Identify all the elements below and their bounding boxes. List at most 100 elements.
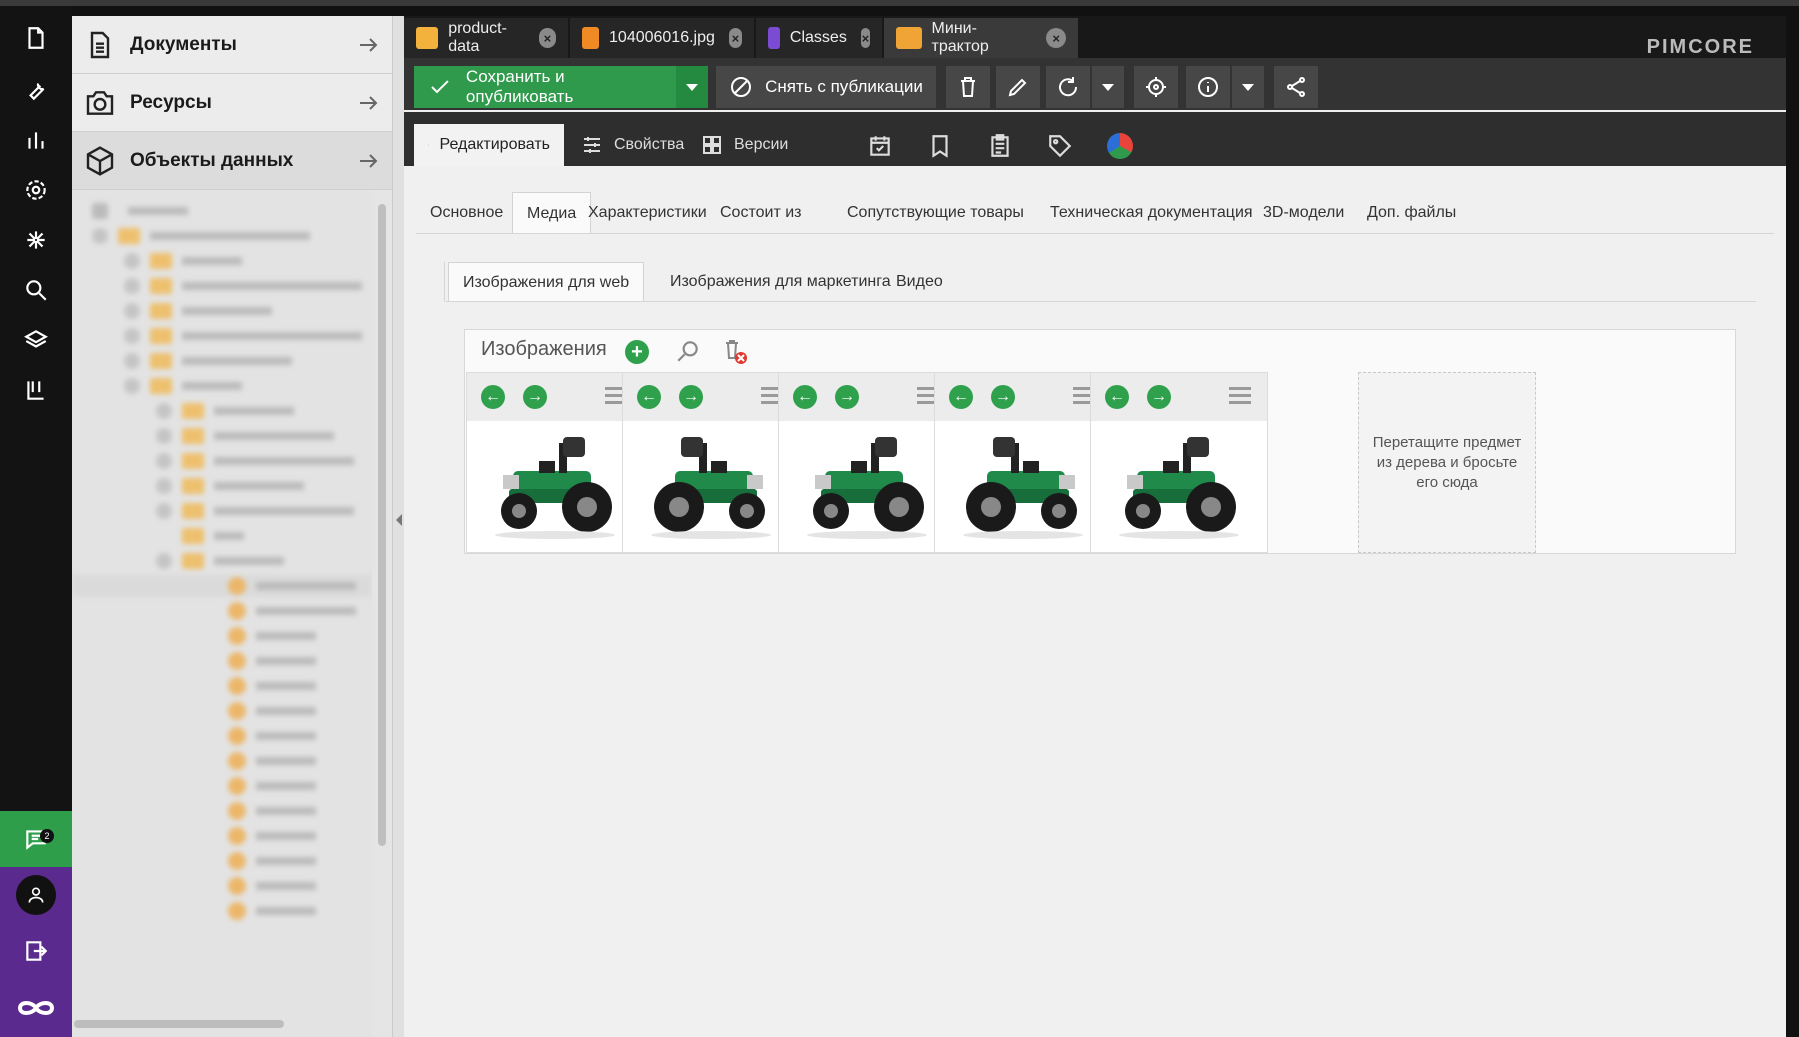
gallery-image-item[interactable]: ← → [934, 372, 1112, 553]
tree-node[interactable] [228, 725, 316, 747]
tab-properties[interactable]: Свойства [566, 124, 698, 166]
tree-vertical-scrollbar[interactable] [378, 204, 386, 846]
panel-tab-technical-docs[interactable]: Техническая документация [1036, 192, 1267, 234]
gallery-image-item[interactable]: ← → [1090, 372, 1268, 553]
notifications-icon[interactable]: 2 [0, 811, 72, 867]
tree-node[interactable] [124, 350, 292, 372]
accordion-documents[interactable]: Документы [72, 16, 392, 74]
move-left-icon[interactable]: ← [949, 385, 973, 409]
tree-node[interactable] [124, 375, 242, 397]
tree-node[interactable] [156, 550, 284, 572]
panel-tab-main[interactable]: Основное [416, 192, 517, 234]
bookmark-icon[interactable] [920, 126, 960, 166]
tab-product-data[interactable]: product-data × [404, 18, 568, 58]
tree-node[interactable] [228, 650, 316, 672]
tree-node[interactable] [228, 600, 356, 622]
tree-node[interactable] [156, 425, 334, 447]
move-right-icon[interactable]: → [835, 385, 859, 409]
search-icon[interactable] [0, 262, 72, 318]
tree-node[interactable] [156, 475, 304, 497]
info-button[interactable] [1186, 66, 1230, 108]
tree-node[interactable] [124, 325, 362, 347]
media-tab-video[interactable]: Видео [882, 262, 957, 302]
tree-node-home[interactable] [92, 200, 188, 222]
tree-node[interactable] [92, 225, 310, 247]
workflow-icon[interactable] [1100, 126, 1140, 166]
datahub-icon[interactable] [0, 212, 72, 268]
accordion-data-objects[interactable]: Объекты данных [72, 132, 392, 190]
tractor-image[interactable] [1103, 429, 1255, 545]
tree-node[interactable] [228, 750, 316, 772]
tractor-image[interactable] [791, 429, 943, 545]
reload-options-dropdown[interactable] [1092, 66, 1124, 108]
data-objects-tree[interactable] [72, 190, 372, 1037]
logout-icon[interactable] [0, 923, 72, 979]
search-icon[interactable] [675, 338, 703, 366]
reports-icon[interactable] [0, 112, 72, 168]
tractor-image[interactable] [479, 429, 631, 545]
move-right-icon[interactable]: → [1147, 385, 1171, 409]
tree-horizontal-scrollbar[interactable] [74, 1020, 284, 1028]
panel-tab-related-products[interactable]: Сопутствующие товары [833, 192, 1038, 234]
panel-tab-3d-models[interactable]: 3D-модели [1249, 192, 1358, 234]
tree-node[interactable] [124, 250, 242, 272]
rename-button[interactable] [996, 66, 1040, 108]
tab-mini-tractor[interactable]: Мини-трактор × [884, 18, 1078, 58]
tools-icon[interactable] [0, 62, 72, 118]
share-button[interactable] [1274, 66, 1318, 108]
tree-node[interactable] [228, 900, 316, 922]
file-icon[interactable] [0, 10, 72, 66]
tree-node[interactable] [228, 775, 316, 797]
marketplace-icon[interactable] [0, 312, 72, 368]
menu-icon[interactable] [1229, 387, 1251, 405]
close-icon[interactable]: × [728, 28, 742, 48]
locate-in-tree-button[interactable] [1134, 66, 1178, 108]
bundles-icon[interactable] [0, 362, 72, 418]
move-left-icon[interactable]: ← [637, 385, 661, 409]
accordion-assets[interactable]: Ресурсы [72, 74, 392, 132]
gallery-image-item[interactable]: ← → [622, 372, 800, 553]
move-left-icon[interactable]: ← [481, 385, 505, 409]
settings-icon[interactable] [0, 162, 72, 218]
user-avatar-icon[interactable] [0, 867, 72, 923]
tree-node[interactable] [124, 300, 272, 322]
tree-node[interactable] [228, 875, 316, 897]
tree-node[interactable] [228, 825, 316, 847]
tree-node[interactable] [182, 525, 244, 547]
reload-button[interactable] [1046, 66, 1090, 108]
gallery-image-item[interactable]: ← → [778, 372, 956, 553]
tab-image[interactable]: 104006016.jpg × [570, 18, 754, 58]
tree-node[interactable] [228, 700, 316, 722]
save-and-publish-button[interactable]: Сохранить и опубликовать [414, 66, 676, 108]
panel-tab-characteristics[interactable]: Характеристики [574, 192, 721, 234]
move-right-icon[interactable]: → [523, 385, 547, 409]
add-image-button[interactable]: + [625, 340, 649, 364]
tree-node[interactable] [156, 450, 354, 472]
panel-tab-consists-of[interactable]: Состоит из [706, 192, 815, 234]
move-right-icon[interactable]: → [679, 385, 703, 409]
tree-node[interactable] [156, 400, 294, 422]
panel-splitter[interactable] [392, 16, 404, 1037]
media-tab-marketing-images[interactable]: Изображения для маркетинга [656, 262, 905, 302]
close-icon[interactable]: × [538, 28, 556, 48]
panel-tab-extra-files[interactable]: Доп. файлы [1353, 192, 1470, 234]
move-left-icon[interactable]: ← [1105, 385, 1129, 409]
media-tab-web-images[interactable]: Изображения для web [448, 262, 645, 302]
tree-node[interactable] [228, 675, 316, 697]
tractor-image[interactable] [635, 429, 787, 545]
close-icon[interactable]: × [1046, 28, 1066, 48]
notes-icon[interactable] [980, 126, 1020, 166]
tag-icon[interactable] [1040, 126, 1080, 166]
schedule-icon[interactable] [860, 126, 900, 166]
info-options-dropdown[interactable] [1232, 66, 1264, 108]
tree-node[interactable] [228, 850, 316, 872]
unpublish-button[interactable]: Снять с публикации [716, 66, 936, 108]
move-right-icon[interactable]: → [991, 385, 1015, 409]
close-icon[interactable]: × [860, 28, 870, 48]
move-left-icon[interactable]: ← [793, 385, 817, 409]
drop-zone[interactable]: Перетащите предмет из дерева и бросьте е… [1358, 372, 1536, 553]
tab-versions[interactable]: Версии [686, 124, 802, 166]
clear-gallery-icon[interactable] [721, 338, 749, 366]
tree-node-selected[interactable] [72, 575, 372, 597]
gallery-image-item[interactable]: ← → [466, 372, 644, 553]
